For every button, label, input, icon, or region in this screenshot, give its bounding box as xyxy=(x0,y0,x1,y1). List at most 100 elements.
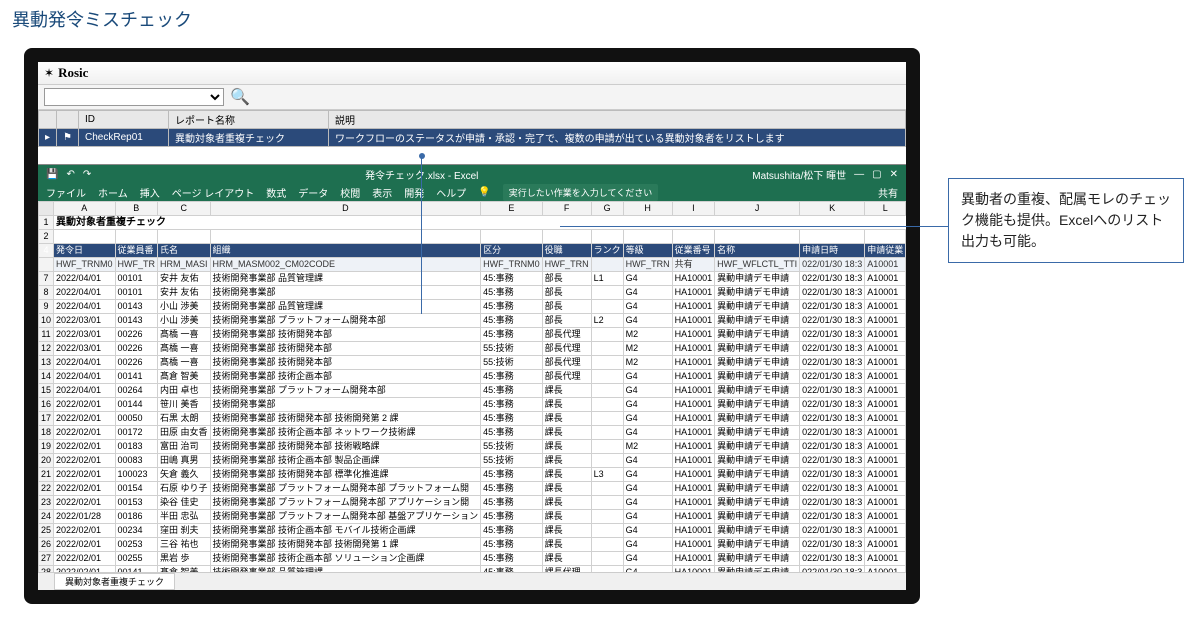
cell[interactable]: 022/01/30 18:3 xyxy=(800,538,865,552)
row-number[interactable] xyxy=(39,258,54,272)
cell[interactable]: 022/01/30 18:3 xyxy=(800,398,865,412)
cell[interactable]: 課長 xyxy=(542,538,591,552)
row-number[interactable]: 17 xyxy=(39,412,54,426)
cell[interactable]: A10001 xyxy=(865,468,906,482)
cell[interactable]: HA10001 xyxy=(672,510,715,524)
row-number[interactable]: 22 xyxy=(39,482,54,496)
cell[interactable]: 異動申請デモ申請 xyxy=(715,538,800,552)
col-id[interactable]: ID xyxy=(79,111,169,129)
undo-icon[interactable]: ↶ xyxy=(66,169,74,180)
cell[interactable]: 00253 xyxy=(115,538,158,552)
cell[interactable]: 2022/02/01 xyxy=(54,454,116,468)
cell[interactable]: 45:事務 xyxy=(481,370,543,384)
row-number[interactable]: 9 xyxy=(39,300,54,314)
cell[interactable]: HA10001 xyxy=(672,524,715,538)
field-code[interactable]: HWF_TRNM0 xyxy=(481,258,543,272)
col-desc[interactable]: 説明 xyxy=(329,111,906,129)
row-number[interactable]: 18 xyxy=(39,426,54,440)
cell[interactable]: G4 xyxy=(623,482,672,496)
row-number[interactable]: 25 xyxy=(39,524,54,538)
cell[interactable]: G4 xyxy=(623,552,672,566)
field-code[interactable]: HRM_MASI xyxy=(158,258,211,272)
cell[interactable]: 課長 xyxy=(542,398,591,412)
cell[interactable]: 2022/02/01 xyxy=(54,524,116,538)
cell[interactable]: 45:事務 xyxy=(481,286,543,300)
cell[interactable]: 技術開発事業部 プラットフォーム開発本部 アプリケーション開 xyxy=(210,496,481,510)
cell[interactable]: 45:事務 xyxy=(481,510,543,524)
cell[interactable]: 課長 xyxy=(542,524,591,538)
cell[interactable]: 2022/02/01 xyxy=(54,440,116,454)
cell[interactable]: 2022/04/01 xyxy=(54,384,116,398)
cell[interactable]: 022/01/30 18:3 xyxy=(800,552,865,566)
cell[interactable]: 髙橋 一喜 xyxy=(158,356,211,370)
cell[interactable]: 45:事務 xyxy=(481,412,543,426)
cell[interactable]: 2022/03/01 xyxy=(54,328,116,342)
cell[interactable]: G4 xyxy=(623,468,672,482)
row-number[interactable]: 2 xyxy=(39,230,54,244)
cell[interactable] xyxy=(591,370,623,384)
cell[interactable]: 異動申請デモ申請 xyxy=(715,272,800,286)
cell[interactable]: 矢倉 義久 xyxy=(158,468,211,482)
cell[interactable]: HA10001 xyxy=(672,412,715,426)
cell[interactable]: 技術開発事業部 技術企画本部 製品企画課 xyxy=(210,454,481,468)
cell[interactable]: 45:事務 xyxy=(481,482,543,496)
cell[interactable]: 技術開発事業部 技術開発本部 技術開発第 2 課 xyxy=(210,412,481,426)
col-header[interactable]: E xyxy=(481,202,543,216)
row-number[interactable]: 10 xyxy=(39,314,54,328)
row-number[interactable]: 1 xyxy=(39,216,54,230)
cell[interactable]: HA10001 xyxy=(672,566,715,573)
col-header[interactable]: C xyxy=(158,202,211,216)
row-number[interactable]: 4 xyxy=(39,244,54,258)
cell[interactable]: 00154 xyxy=(115,482,158,496)
cell[interactable]: 異動申請デモ申請 xyxy=(715,524,800,538)
field-header[interactable]: 組織 xyxy=(210,244,481,258)
sheet-tab[interactable]: 異動対象者重複チェック xyxy=(54,573,175,590)
cell[interactable]: 2022/02/01 xyxy=(54,496,116,510)
cell[interactable]: A10001 xyxy=(865,314,906,328)
cell[interactable] xyxy=(591,286,623,300)
cell[interactable]: A10001 xyxy=(865,510,906,524)
tab-insert[interactable]: 挿入 xyxy=(140,185,160,200)
cell[interactable]: HA10001 xyxy=(672,426,715,440)
cell[interactable] xyxy=(481,230,543,244)
cell[interactable]: A10001 xyxy=(865,454,906,468)
cell[interactable]: 022/01/30 18:3 xyxy=(800,342,865,356)
cell[interactable]: 100023 xyxy=(115,468,158,482)
cell[interactable]: HA10001 xyxy=(672,328,715,342)
cell[interactable]: 部長代理 xyxy=(542,328,591,342)
row-number[interactable]: 23 xyxy=(39,496,54,510)
cell[interactable]: 技術開発事業部 技術開発本部 技術戦略課 xyxy=(210,440,481,454)
cell[interactable]: 異動申請デモ申請 xyxy=(715,496,800,510)
save-icon[interactable]: 💾 xyxy=(46,169,58,180)
cell[interactable] xyxy=(591,300,623,314)
cell[interactable]: 笹川 美香 xyxy=(158,398,211,412)
cell[interactable]: 2022/02/01 xyxy=(54,538,116,552)
cell[interactable]: G4 xyxy=(623,538,672,552)
field-code[interactable]: HWF_TRNM0 xyxy=(54,258,116,272)
cell[interactable]: 00143 xyxy=(115,314,158,328)
cell[interactable]: 022/01/30 18:3 xyxy=(800,328,865,342)
row-number[interactable]: 12 xyxy=(39,342,54,356)
cell[interactable] xyxy=(591,384,623,398)
cell[interactable]: 技術開発事業部 技術開発本部 xyxy=(210,356,481,370)
cell[interactable]: 部長 xyxy=(542,314,591,328)
col-name[interactable]: レポート名称 xyxy=(169,111,329,129)
cell[interactable]: 髙橋 一喜 xyxy=(158,328,211,342)
col-header[interactable]: H xyxy=(623,202,672,216)
col-header[interactable]: D xyxy=(210,202,481,216)
cell[interactable]: 2022/04/01 xyxy=(54,272,116,286)
row-number[interactable]: 14 xyxy=(39,370,54,384)
cell[interactable]: 55:技術 xyxy=(481,440,543,454)
cell[interactable]: 00101 xyxy=(115,286,158,300)
tab-data[interactable]: データ xyxy=(298,185,328,200)
cell[interactable]: 技術開発事業部 技術企画本部 xyxy=(210,370,481,384)
cell[interactable]: HA10001 xyxy=(672,468,715,482)
cell[interactable]: HA10001 xyxy=(672,538,715,552)
cell[interactable]: 技術開発事業部 技術開発本部 技術開発第 1 課 xyxy=(210,538,481,552)
window-maximize-icon[interactable]: ▢ xyxy=(872,169,881,180)
cell[interactable]: G4 xyxy=(623,272,672,286)
cell[interactable]: A10001 xyxy=(865,412,906,426)
field-code[interactable]: HWF_TRN xyxy=(623,258,672,272)
tab-help[interactable]: ヘルプ xyxy=(436,185,466,200)
tab-home[interactable]: ホーム xyxy=(98,185,128,200)
